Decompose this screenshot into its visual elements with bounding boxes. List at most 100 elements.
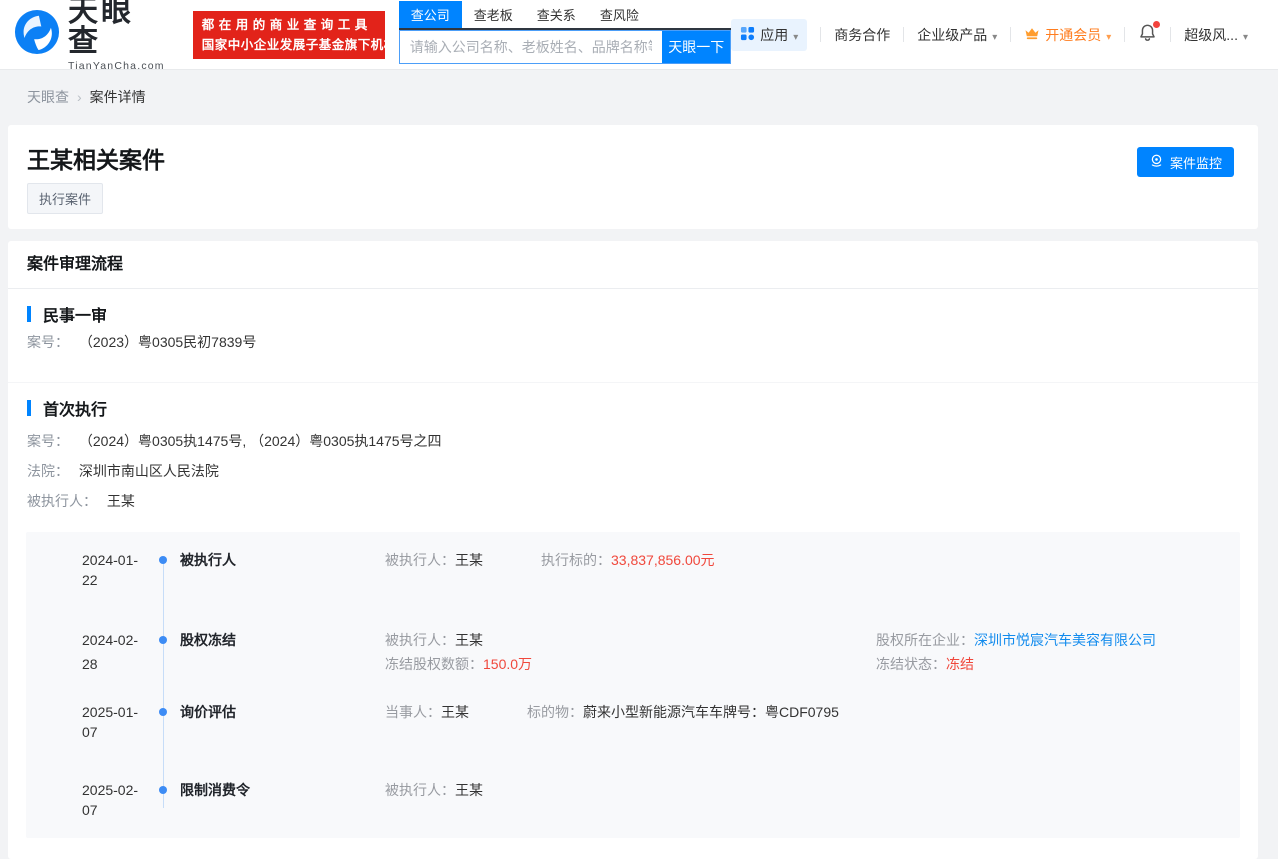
search-tabs: 查公司 查老板 查关系 查风险 — [398, 0, 732, 30]
stage-civil-first-trial: 民事一审 案号： （2023）粤0305民初7839号 — [8, 289, 1258, 383]
pair-value: 王某 — [455, 552, 483, 568]
timeline-date: 2024-02-28 — [82, 632, 139, 672]
nav-divider — [903, 27, 905, 42]
search-input[interactable] — [399, 30, 663, 63]
chevron-down-icon — [992, 27, 997, 43]
nav-enterprise-products-label: 企业级产品 — [917, 26, 988, 43]
timeline-dot — [159, 636, 167, 644]
pair-label: 冻结股权数额： — [385, 656, 483, 672]
case-number-row: 案号： （2024）粤0305执1475号, （2024）粤0305执1475号… — [27, 426, 1239, 456]
timeline-date: 2025-01-07 — [82, 704, 139, 740]
nav-divider — [1170, 27, 1172, 42]
pair-label: 冻结状态： — [876, 656, 946, 672]
promo-banner: 都在用的商业查询工具 国家中小企业发展子基金旗下机构 — [192, 10, 397, 59]
timeline-pair: 冻结股权数额：150.0万 — [385, 652, 818, 676]
nav-business-coop[interactable]: 商务合作 — [834, 25, 890, 45]
nav-vip-label: 开通会员 — [1045, 26, 1102, 43]
timeline-pair: 当事人：王某 — [385, 702, 469, 722]
timeline-date: 2024-01-22 — [82, 552, 139, 588]
nav-divider — [820, 27, 822, 42]
timeline-pair: 被执行人：王某 — [385, 780, 483, 800]
nav-apps[interactable]: 应用 — [731, 18, 808, 51]
pair-label: 标的物： — [527, 704, 583, 720]
timeline-node — [152, 550, 180, 590]
apps-grid-icon — [740, 26, 755, 44]
banner-line2: 国家中小企业发展子基金旗下机构 — [201, 37, 397, 52]
case-monitor-button[interactable]: 案件监控 — [1136, 147, 1234, 177]
stage-heading: 民事一审 — [27, 305, 1239, 325]
pair-value: 王某 — [455, 782, 483, 798]
pair-label: 当事人： — [385, 704, 441, 720]
pair-value-status: 冻结 — [946, 656, 974, 672]
field-label: 案号： — [27, 433, 69, 449]
timeline-title: 股权冻结 — [180, 632, 236, 648]
field-label: 法院： — [27, 463, 69, 479]
pair-label: 被执行人： — [385, 782, 455, 798]
tianyancha-swirl-icon — [14, 9, 60, 60]
search-box: 天眼一下 — [398, 29, 732, 64]
nav-enterprise-products[interactable]: 企业级产品 — [917, 25, 997, 45]
search-button[interactable]: 天眼一下 — [662, 30, 731, 63]
tab-risk[interactable]: 查风险 — [588, 1, 651, 28]
field-label: 案号： — [27, 334, 69, 350]
company-link[interactable]: 深圳市悦宸汽车美容有限公司 — [974, 632, 1156, 648]
logo-text-cn: 天眼查 — [68, 0, 134, 59]
timeline-dot — [159, 556, 167, 564]
breadcrumb: 天眼查 案件详情 — [0, 70, 1278, 107]
nav-super-risk-label: 超级风... — [1184, 26, 1238, 43]
timeline-pair: 冻结状态：冻结 — [876, 652, 974, 676]
notifications-button[interactable] — [1138, 20, 1161, 47]
timeline-date: 2025-02-07 — [82, 782, 139, 818]
crown-icon — [1024, 25, 1040, 44]
top-header: 天眼查 TianYanCha.com 都在用的商业查询工具 国家中小企业发展子基… — [0, 0, 1278, 72]
logo-text-en: TianYanCha.com — [68, 60, 165, 73]
banner-line1: 都在用的商业查询工具 — [201, 17, 372, 32]
tab-boss[interactable]: 查老板 — [462, 1, 525, 28]
timeline-connector-line — [163, 560, 164, 808]
tianyancha-logo[interactable]: 天眼查 TianYanCha.com — [14, 0, 165, 72]
chevron-down-icon — [1243, 27, 1248, 43]
nav-vip-upgrade[interactable]: 开通会员 — [1024, 25, 1111, 45]
case-header-card: 王某相关案件 执行案件 案件监控 — [8, 125, 1258, 229]
field-label: 被执行人： — [27, 493, 97, 509]
timeline-row: 2025-02-07 限制消费令 被执行人：王某 — [26, 780, 1240, 820]
stage-accent-bar — [27, 400, 31, 416]
timeline-title: 被执行人 — [180, 552, 236, 568]
stage-first-execution: 首次执行 案号： （2024）粤0305执1475号, （2024）粤0305执… — [8, 383, 1258, 516]
pair-label: 被执行人： — [385, 552, 455, 568]
timeline-node — [152, 628, 180, 676]
tab-relation[interactable]: 查关系 — [525, 1, 588, 28]
stage-heading: 首次执行 — [27, 399, 1239, 419]
nav-business-coop-label: 商务合作 — [834, 26, 891, 43]
field-value: 王某 — [106, 493, 135, 509]
notification-badge-dot — [1153, 20, 1161, 28]
nav-divider — [1010, 27, 1012, 42]
timeline-title: 询价评估 — [180, 704, 236, 720]
nav-super-risk[interactable]: 超级风... — [1184, 25, 1248, 45]
timeline-title: 限制消费令 — [180, 782, 250, 798]
stage-name: 首次执行 — [43, 402, 108, 419]
pair-label: 执行标的： — [541, 552, 611, 568]
timeline-pair: 被执行人：王某 — [385, 550, 483, 570]
timeline-pair: 标的物：蔚来小型新能源汽车车牌号：粤CDF0795 — [527, 702, 839, 722]
header-nav: 应用 商务合作 企业级产品 开通会员 — [731, 18, 1248, 51]
section-title: 案件审理流程 — [8, 241, 1258, 289]
search-area: 查公司 查老板 查关系 查风险 天眼一下 — [398, 0, 732, 64]
nav-apps-label: 应用 — [760, 26, 789, 43]
court-row: 法院： 深圳市南山区人民法院 — [27, 456, 1239, 486]
tab-company[interactable]: 查公司 — [398, 0, 462, 28]
pair-value: 王某 — [441, 704, 469, 720]
pair-value-amount: 150.0万 — [483, 656, 533, 672]
field-value: （2024）粤0305执1475号, （2024）粤0305执1475号之四 — [78, 433, 442, 449]
pair-value: 王某 — [455, 632, 483, 648]
case-process-card: 案件审理流程 民事一审 案号： （2023）粤0305民初7839号 首次执行 … — [8, 241, 1258, 859]
breadcrumb-separator — [69, 89, 90, 105]
timeline-dot — [159, 708, 167, 716]
nav-divider — [1124, 27, 1126, 42]
timeline-node — [152, 702, 180, 742]
timeline-row: 2024-01-22 被执行人 被执行人：王某 执行标的：33,837,856.… — [26, 550, 1240, 590]
breadcrumb-home-link[interactable]: 天眼查 — [27, 89, 69, 105]
stage-name: 民事一审 — [43, 308, 108, 325]
webcam-monitor-icon — [1149, 153, 1164, 171]
field-value: 深圳市南山区人民法院 — [78, 463, 219, 479]
